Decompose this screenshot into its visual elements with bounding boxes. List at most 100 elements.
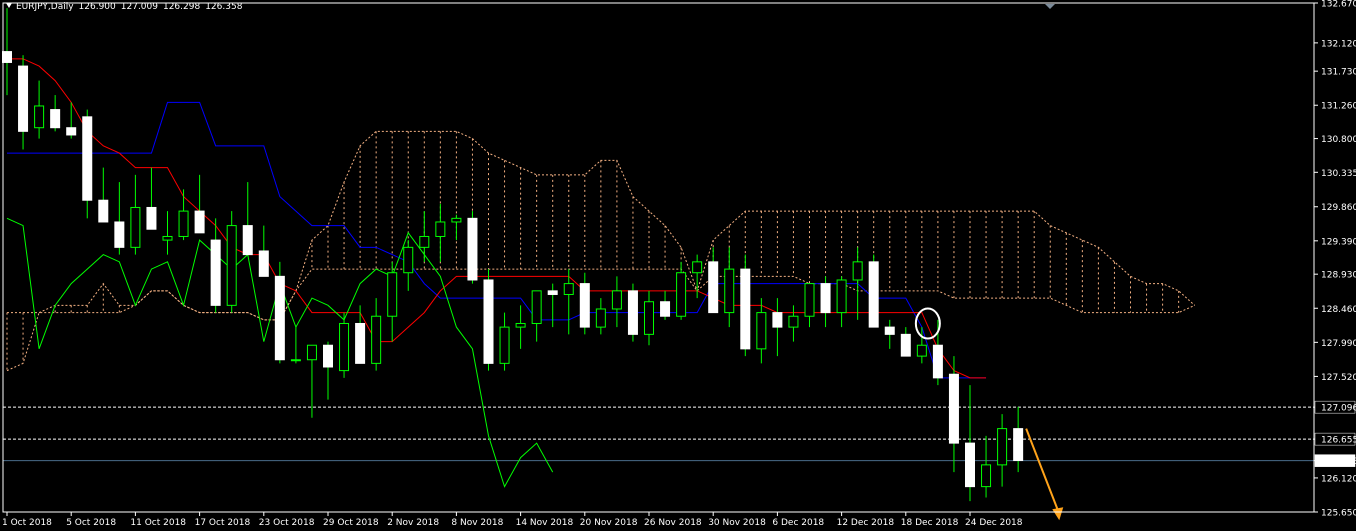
kijun-sen-line — [7, 101, 987, 379]
candle-body — [948, 373, 959, 444]
ichimoku-cloud — [6, 130, 1196, 372]
candle-body — [98, 199, 109, 223]
candle-body — [644, 301, 654, 335]
candle-body — [499, 326, 510, 364]
price-chart[interactable]: 132.670 132.120 131.730 131.260 130.800 130.3… — [0, 0, 1356, 531]
candle-body — [692, 261, 703, 274]
candle-body — [114, 221, 125, 248]
x-tick-label: 30 Nov 2018 — [708, 518, 766, 528]
y-tick-label: 127.520 — [1321, 373, 1356, 383]
candle-body — [258, 250, 269, 277]
x-tick-label: 11 Oct 2018 — [130, 518, 186, 528]
x-tick-label: 1 Oct 2018 — [2, 518, 52, 528]
y-tick-label: 127.990 — [1321, 339, 1356, 349]
x-tick-label: 26 Nov 2018 — [644, 518, 702, 528]
candle-body — [323, 344, 333, 368]
candle-body — [355, 322, 366, 364]
x-tick-label: 2 Nov 2018 — [387, 518, 439, 528]
y-tick-label: 128.930 — [1321, 271, 1356, 281]
candle-body — [997, 428, 1008, 466]
candle-body — [756, 312, 767, 350]
candle-body — [82, 116, 93, 201]
candle-body — [804, 283, 815, 317]
candle-body — [419, 235, 430, 248]
y-tick-label: 129.860 — [1321, 203, 1356, 213]
candle-body — [852, 261, 863, 281]
candle-body — [483, 279, 494, 364]
candle-body — [18, 65, 29, 132]
scroll-marker-icon[interactable] — [1045, 4, 1055, 9]
candle-body — [547, 290, 558, 295]
y-tick-label: 130.335 — [1321, 169, 1356, 179]
candle-body — [339, 322, 350, 372]
candle-body — [467, 217, 478, 281]
candle-body — [515, 322, 526, 328]
y-tick-label: 129.390 — [1321, 237, 1356, 247]
x-tick-label: 8 Nov 2018 — [451, 518, 503, 528]
x-tick-label: 5 Oct 2018 — [66, 518, 116, 528]
candle-body — [724, 268, 735, 314]
indicator-lines — [6, 58, 987, 488]
candle-body — [194, 210, 205, 234]
x-tick-label: 23 Oct 2018 — [259, 518, 315, 528]
candle-body — [226, 225, 237, 306]
candle-body — [595, 308, 606, 328]
candle-body — [531, 290, 542, 324]
candle-body — [162, 235, 173, 241]
plot-frame — [2, 2, 1315, 513]
candle-body — [210, 239, 221, 306]
y-tick-label: 126.655 — [1321, 436, 1356, 446]
horizontal-levels — [3, 406, 1314, 462]
x-tick-label: 29 Oct 2018 — [323, 518, 379, 528]
candle-body — [932, 344, 943, 379]
candle-body — [884, 326, 895, 335]
y-tick-label: 131.730 — [1321, 68, 1356, 78]
trend-arrow-head-icon — [1052, 507, 1064, 521]
candle-body — [868, 261, 879, 328]
candle-body — [274, 275, 285, 361]
candle-body — [371, 315, 382, 364]
y-tick-label: 132.670 — [1321, 0, 1356, 10]
y-tick-label: 126.120 — [1321, 474, 1356, 484]
candlesticks — [2, 8, 1024, 502]
candle-body — [900, 333, 911, 357]
candle-body — [563, 283, 574, 295]
candle-body — [435, 221, 446, 237]
candle-body — [916, 344, 927, 357]
candle-body — [579, 283, 590, 328]
trend-arrow-shaft — [1025, 428, 1060, 512]
x-tick-label: 18 Dec 2018 — [901, 518, 959, 528]
candle-body — [627, 290, 638, 335]
candle-body — [965, 442, 975, 488]
candle-body — [242, 225, 253, 256]
y-tick-label: 127.096 — [1321, 404, 1356, 414]
candle-body — [50, 109, 61, 129]
x-tick-label: 24 Dec 2018 — [965, 518, 1023, 528]
candle-body — [130, 206, 141, 248]
candle-body — [403, 246, 414, 274]
candle-body — [772, 312, 783, 328]
y-tick-label: 125.650 — [1321, 509, 1356, 519]
candle-body — [788, 315, 799, 328]
candle-body — [820, 283, 831, 314]
y-tick-label: 128.460 — [1321, 305, 1356, 315]
candle-body — [146, 206, 157, 230]
candle-body — [611, 290, 622, 310]
candle-body — [708, 261, 719, 314]
candle-body — [451, 217, 462, 223]
x-tick-label: 6 Dec 2018 — [772, 518, 824, 528]
candle-body — [306, 344, 317, 361]
x-tick-label: 20 Nov 2018 — [580, 518, 638, 528]
y-tick-label: 131.260 — [1321, 102, 1356, 112]
candle-body — [1013, 428, 1024, 462]
candle-body — [740, 268, 751, 350]
y-tick-label: 126.358 — [1321, 457, 1356, 467]
y-tick-label: 132.120 — [1321, 39, 1356, 49]
x-tick-label: 12 Dec 2018 — [837, 518, 895, 528]
candle-body — [660, 301, 671, 317]
candle-body — [676, 272, 687, 317]
axes: 132.670 132.120 131.730 131.260 130.800 130.3… — [2, 0, 1356, 528]
candle-body — [66, 127, 77, 136]
candle-body — [836, 279, 847, 314]
x-tick-label: 17 Oct 2018 — [195, 518, 251, 528]
